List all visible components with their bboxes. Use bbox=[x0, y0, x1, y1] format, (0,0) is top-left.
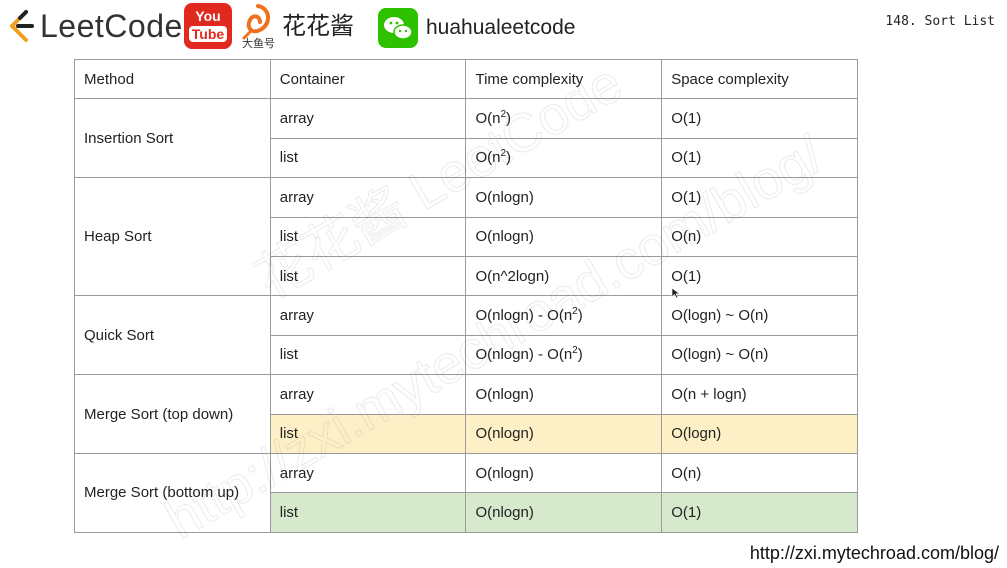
time-base: O(n bbox=[475, 149, 501, 167]
author-name: 花花酱 bbox=[282, 13, 354, 40]
mouse-cursor-icon bbox=[671, 287, 681, 299]
table-row: Merge Sort (bottom up) array O(nlogn) O(… bbox=[74, 452, 858, 533]
time-cell: O(nlogn) bbox=[465, 374, 663, 415]
space-cell: O(n) bbox=[661, 216, 858, 257]
header-container: Container bbox=[269, 58, 467, 100]
time-cell: O(nlogn) bbox=[465, 177, 663, 218]
space-cell: O(n + logn) bbox=[661, 374, 858, 415]
wechat-id: huahualeetcode bbox=[426, 16, 576, 39]
container-cell: list bbox=[269, 216, 467, 257]
time-tail: ) bbox=[577, 307, 583, 325]
space-cell: O(logn) bbox=[661, 413, 858, 454]
container-cell: list bbox=[269, 255, 467, 297]
table-row: Insertion Sort array O(n2) O(1) bbox=[74, 98, 858, 179]
table-row: Quick Sort array O(nlogn) - O(n2) O(logn… bbox=[74, 295, 858, 376]
header-bar: LeetCode You Tube 大鱼号 花花酱 huahualeetcode… bbox=[0, 0, 1007, 56]
brand-name: LeetCode bbox=[40, 8, 183, 44]
container-cell: list bbox=[269, 334, 467, 376]
time-cell: O(nlogn) bbox=[465, 492, 663, 533]
slide-title: 148. Sort List bbox=[885, 14, 995, 29]
space-cell: O(1) bbox=[661, 255, 858, 297]
time-cell: O(n2) bbox=[465, 98, 663, 139]
container-cell: list bbox=[269, 492, 467, 533]
header-space: Space complexity bbox=[661, 58, 858, 100]
wechat-icon bbox=[378, 8, 418, 48]
container-cell: array bbox=[269, 452, 467, 494]
space-cell: O(logn) ~ O(n) bbox=[661, 334, 858, 376]
time-cell: O(nlogn) bbox=[465, 216, 663, 257]
method-cell: Merge Sort (bottom up) bbox=[74, 452, 271, 533]
container-cell: array bbox=[269, 295, 467, 336]
header-method: Method bbox=[74, 58, 271, 100]
wechat-bubbles-icon bbox=[384, 17, 413, 40]
space-cell: O(1) bbox=[661, 137, 858, 179]
time-tail: ) bbox=[506, 149, 512, 167]
footer-url: http://zxi.mytechroad.com/blog/ bbox=[749, 543, 999, 563]
youtube-bottom-text: Tube bbox=[188, 26, 228, 42]
space-cell: O(n) bbox=[661, 452, 858, 494]
container-cell: list bbox=[269, 137, 467, 179]
space-cell: O(1) bbox=[661, 177, 858, 218]
time-base: O(nlogn) - O(n bbox=[475, 346, 573, 364]
time-cell: O(n^2logn) bbox=[465, 255, 663, 297]
method-cell: Merge Sort (top down) bbox=[74, 374, 271, 454]
time-cell: O(nlogn) bbox=[465, 452, 663, 494]
platform-label: 大鱼号 bbox=[242, 38, 275, 50]
time-cell: O(n2) bbox=[465, 137, 663, 179]
time-tail: ) bbox=[506, 110, 512, 128]
table-row: Heap Sort array O(nlogn) O(1) bbox=[74, 177, 858, 297]
space-cell: O(1) bbox=[661, 492, 858, 533]
container-cell: array bbox=[269, 98, 467, 139]
container-cell: list bbox=[269, 413, 467, 454]
time-tail: ) bbox=[577, 346, 583, 364]
header-time: Time complexity bbox=[465, 58, 663, 100]
time-cell: O(nlogn) - O(n2) bbox=[465, 295, 663, 336]
method-cell: Quick Sort bbox=[74, 295, 271, 376]
youtube-icon: You Tube bbox=[184, 3, 232, 49]
space-cell: O(logn) ~ O(n) bbox=[661, 295, 858, 336]
container-cell: array bbox=[269, 177, 467, 218]
youtube-top-text: You bbox=[195, 8, 221, 24]
time-cell: O(nlogn) - O(n2) bbox=[465, 334, 663, 376]
complexity-table: Method Container Time complexity Space c… bbox=[74, 58, 858, 533]
table-header-row: Method Container Time complexity Space c… bbox=[74, 58, 858, 100]
method-cell: Heap Sort bbox=[74, 177, 271, 297]
container-cell: array bbox=[269, 374, 467, 415]
method-cell: Insertion Sort bbox=[74, 98, 271, 179]
time-cell: O(nlogn) bbox=[465, 413, 663, 454]
table-row: Merge Sort (top down) array O(nlogn) O(n… bbox=[74, 374, 858, 454]
space-cell: O(1) bbox=[661, 98, 858, 139]
time-base: O(n bbox=[475, 110, 501, 128]
leetcode-logo-icon bbox=[10, 10, 34, 42]
time-base: O(nlogn) - O(n bbox=[475, 307, 573, 325]
